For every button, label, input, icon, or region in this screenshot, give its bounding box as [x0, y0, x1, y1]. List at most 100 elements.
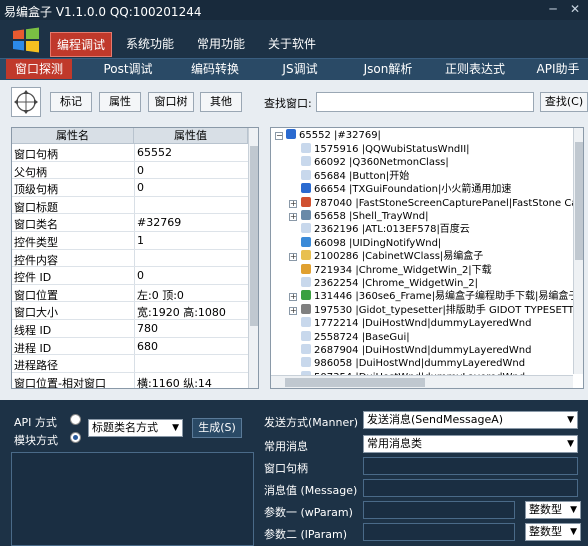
param-one-input[interactable]	[363, 501, 515, 519]
tree-item[interactable]: 986058 |DuiHostWnd|dummyLayeredWnd	[301, 357, 525, 371]
tree-horizontal-scrollbar[interactable]	[271, 375, 573, 388]
property-row[interactable]: 顶级句柄 0	[12, 179, 248, 197]
tree-item[interactable]: 2687904 |DuiHostWnd|dummyLayeredWnd	[301, 344, 531, 358]
param-two-type-select[interactable]: 整数型 ▼	[525, 523, 581, 541]
property-row[interactable]: 窗口大小 宽:1920 高:1080	[12, 302, 248, 320]
tree-item[interactable]: 2362196 |ATL:013EF578|百度云	[301, 223, 470, 237]
param-one-type-value: 整数型	[529, 503, 562, 516]
blank-window-icon	[301, 357, 311, 368]
tree-item[interactable]: 2362254 |Chrome_WidgetWin_2|	[301, 277, 478, 291]
tree-item-label: 721934 |Chrome_WidgetWin_2|下载	[314, 264, 492, 276]
property-row[interactable]: 窗口位置-相对窗口 横:1160 纵:14	[12, 372, 248, 388]
tree-item[interactable]: 66092 |Q360NetmonClass|	[301, 156, 449, 170]
tree-vscroll-thumb[interactable]	[575, 142, 583, 260]
tree-item[interactable]: 197530 |Gidot_typesetter|排版助手 GIDOT TYPE…	[301, 303, 580, 318]
tree-item[interactable]: 65684 |Button|开始	[301, 169, 409, 184]
tree-item[interactable]: 2558724 |BaseGui|	[301, 330, 410, 345]
tree-item[interactable]: 787040 |FastStoneScreenCapturePanel|Fast…	[301, 196, 583, 211]
find-button[interactable]: 查找(C)	[540, 92, 588, 112]
tree-item[interactable]: 66654 |TXGuiFoundation|小火箭通用加速	[301, 183, 511, 197]
method-select[interactable]: 标题类名方式 ▼	[88, 419, 183, 437]
property-row[interactable]: 进程 ID 680	[12, 337, 248, 356]
column-divider	[134, 302, 135, 319]
tree-item[interactable]: 65658 |Shell_TrayWnd|	[301, 210, 429, 224]
tree-root[interactable]: 65552 |#32769|	[286, 129, 381, 143]
window-icon	[301, 210, 311, 220]
search-window-input[interactable]	[316, 92, 534, 112]
send-manner-select[interactable]: 发送消息(SendMessageA) ▼	[363, 411, 578, 429]
tree-item[interactable]: 1575916 |QQWubiStatusWndII|	[301, 143, 470, 157]
tree-expander[interactable]: +	[289, 306, 297, 315]
message-value-input[interactable]	[363, 479, 578, 497]
property-row[interactable]: 父句柄 0	[12, 161, 248, 180]
tab-regex[interactable]: 正则表达式	[440, 59, 510, 79]
tree-item[interactable]: 66098 |UIDingNotifyWnd|	[301, 236, 442, 251]
tree-item[interactable]: 131446 |360se6_Frame|易编盒子编程助手下载|易编盒子	[301, 290, 578, 304]
property-row[interactable]: 线程 ID 780	[12, 320, 248, 338]
tree-expander[interactable]: +	[289, 213, 297, 221]
property-row[interactable]: 窗口句柄 65552	[12, 144, 248, 162]
menu-debug[interactable]: 编程调试	[50, 32, 113, 57]
root-expander[interactable]: −	[275, 132, 283, 140]
column-divider	[134, 372, 135, 388]
property-scrollbar[interactable]	[248, 128, 258, 388]
tab-encoding[interactable]: 编码转换	[180, 59, 250, 79]
tab-post-debug[interactable]: Post调试	[92, 59, 164, 79]
method-select-value: 标题类名方式	[92, 421, 158, 434]
crosshair-drag-target[interactable]	[11, 87, 41, 117]
blank-window-icon	[301, 317, 311, 328]
tab-js-debug[interactable]: JS调试	[268, 59, 332, 79]
property-row[interactable]: 进程路径	[12, 355, 248, 373]
menu-system[interactable]: 系统功能	[120, 32, 180, 55]
close-button[interactable]: ✕	[566, 2, 584, 16]
property-value-header: 属性值	[134, 128, 248, 144]
api-mode-radio[interactable]	[70, 414, 81, 425]
blank-window-icon	[301, 156, 311, 167]
common-message-select[interactable]: 常用消息类 ▼	[363, 435, 578, 453]
generate-button[interactable]: 生成(S)	[192, 418, 242, 438]
menu-common[interactable]: 常用功能	[191, 32, 251, 55]
param-two-input[interactable]	[363, 523, 515, 541]
tree-item-label: 66098 |UIDingNotifyWnd|	[314, 237, 442, 249]
menu-about[interactable]: 关于软件	[262, 32, 322, 55]
property-row[interactable]: 控件内容	[12, 249, 248, 268]
tree-vertical-scrollbar[interactable]	[573, 128, 583, 374]
tree-item[interactable]: 2100286 |CabinetWClass|易编盒子	[301, 250, 483, 264]
common-message-value: 常用消息类	[367, 437, 422, 450]
message-value-label: 消息值 (Message)	[264, 484, 358, 497]
tree-item-label: 2362196 |ATL:013EF578|百度云	[314, 224, 470, 236]
property-scroll-thumb[interactable]	[250, 146, 258, 326]
tab-window-probe[interactable]: 窗口探测	[6, 59, 72, 79]
tree-hscroll-thumb[interactable]	[285, 378, 425, 387]
mark-button[interactable]: 标记	[50, 92, 92, 112]
column-divider	[134, 144, 135, 161]
tree-expander[interactable]: +	[289, 293, 297, 302]
property-row[interactable]: 控件 ID 0	[12, 267, 248, 285]
tree-expander[interactable]: +	[289, 253, 297, 262]
module-mode-radio[interactable]	[70, 432, 81, 443]
property-name: 父句柄	[14, 165, 47, 179]
property-row[interactable]: 窗口位置 左:0 顶:0	[12, 284, 248, 303]
tree-expander[interactable]: +	[289, 199, 297, 208]
attribute-button[interactable]: 属性	[99, 92, 141, 112]
tab-api-helper[interactable]: API助手	[528, 59, 588, 79]
param-one-type-select[interactable]: 整数型 ▼	[525, 501, 581, 519]
common-message-label: 常用消息	[264, 440, 308, 453]
code-output-area[interactable]	[11, 452, 254, 546]
chevron-down-icon: ▼	[567, 439, 574, 449]
other-button[interactable]: 其他	[200, 92, 242, 112]
property-name: 顶级句柄	[14, 183, 58, 197]
property-row[interactable]: 控件类型 1	[12, 232, 248, 250]
tree-item[interactable]: 721934 |Chrome_WidgetWin_2|下载	[301, 263, 492, 278]
property-row[interactable]: 窗口标题	[12, 196, 248, 215]
chevron-down-icon: ▼	[570, 527, 577, 537]
minimize-button[interactable]: ─	[544, 2, 562, 16]
property-row[interactable]: 窗口类名 #32769	[12, 214, 248, 232]
column-divider	[134, 267, 135, 284]
window-tree-button[interactable]: 窗口树	[148, 92, 194, 112]
tab-json[interactable]: Json解析	[352, 59, 424, 79]
tree-item[interactable]: 1772214 |DuiHostWnd|dummyLayeredWnd	[301, 317, 531, 331]
camera-icon	[301, 196, 311, 207]
column-divider	[134, 179, 135, 196]
window-handle-input[interactable]	[363, 457, 578, 475]
